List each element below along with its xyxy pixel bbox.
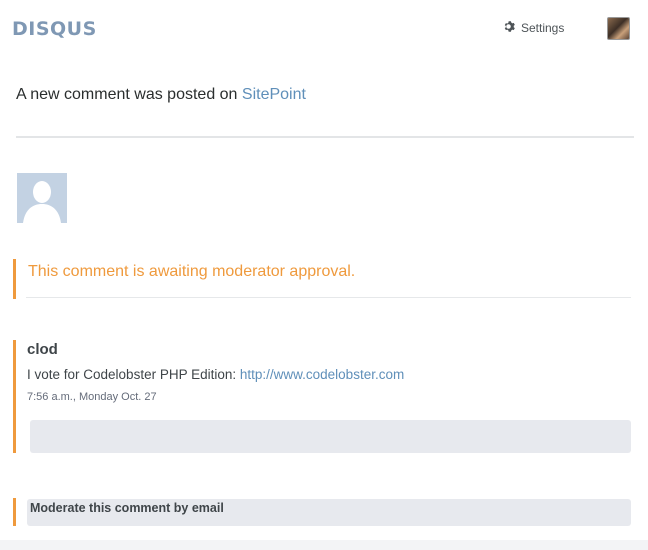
notice-text: This comment is awaiting moderator appro… [28,263,356,280]
divider [16,136,634,138]
user-avatar-icon[interactable] [607,17,630,40]
comment-link[interactable]: http://www.codelobster.com [240,367,404,382]
divider [26,297,631,298]
commenter-avatar-icon[interactable] [17,173,67,223]
headline: A new comment was posted on SitePoint [16,86,306,104]
headline-text: A new comment was posted on [16,86,242,103]
comment-body: I vote for Codelobster PHP Edition: http… [27,367,631,382]
moderate-section: Moderate this comment by email [13,498,631,526]
site-link[interactable]: SitePoint [242,86,306,103]
gear-icon [502,20,515,36]
footer-strip [0,540,648,550]
settings-link[interactable]: Settings [502,20,564,36]
email-notification-page: DISQUS Settings A new comment was posted… [0,0,648,550]
moderate-label: Moderate this comment by email [30,501,224,515]
comment-text: I vote for Codelobster PHP Edition: [27,367,240,382]
comment-timestamp[interactable]: 7:56 a.m., Monday Oct. 27 [27,391,631,403]
comment-author[interactable]: clod [27,341,631,358]
comment-block: clod I vote for Codelobster PHP Edition:… [13,340,631,453]
settings-label: Settings [521,21,565,35]
disqus-logo[interactable]: DISQUS [12,18,97,40]
moderation-notice: This comment is awaiting moderator appro… [13,259,631,299]
comment-action-bar[interactable] [30,420,631,453]
